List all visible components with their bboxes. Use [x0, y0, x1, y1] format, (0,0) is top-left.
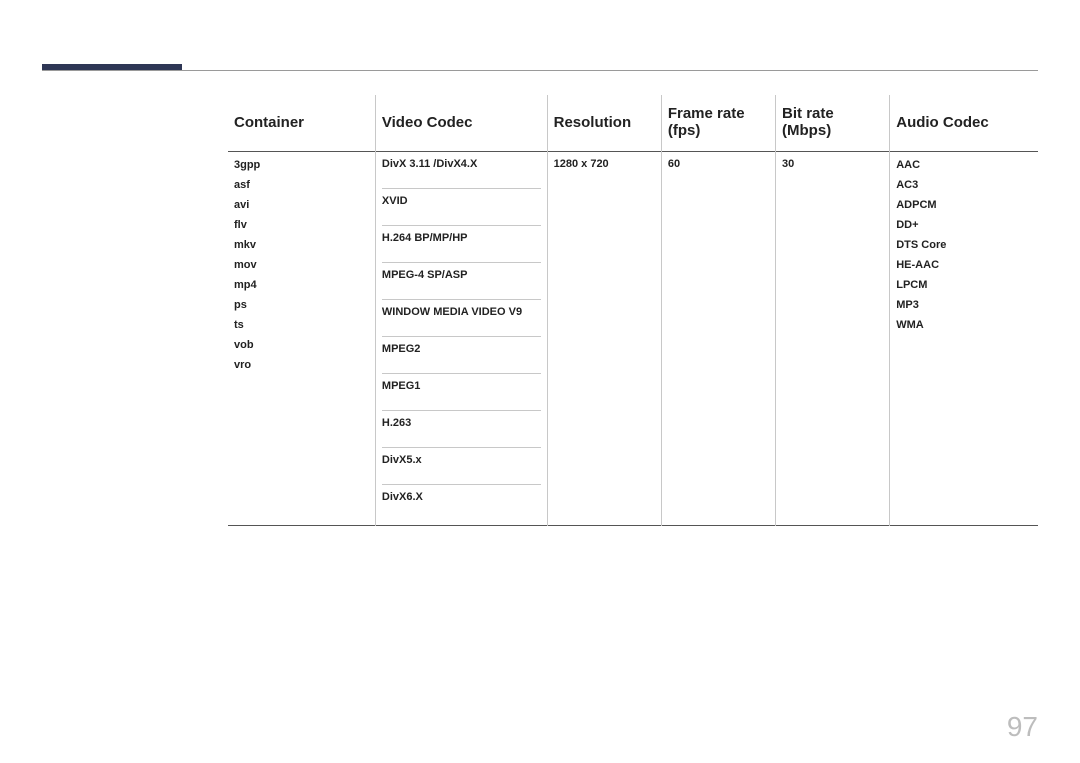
video-codec-item: XVID — [382, 189, 541, 226]
table-header-row: Container Video Codec Resolution Frame r… — [228, 95, 1038, 152]
th-container: Container — [228, 95, 375, 152]
container-item: ts — [234, 318, 369, 338]
codec-table: Container Video Codec Resolution Frame r… — [228, 95, 1038, 526]
container-item: mkv — [234, 238, 369, 258]
video-codec-item: H.263 — [382, 411, 541, 448]
video-codec-item: H.264 BP/MP/HP — [382, 226, 541, 263]
page-number: 97 — [1007, 711, 1038, 743]
audio-codec-item: ADPCM — [896, 198, 1032, 218]
audio-codec-item: DD+ — [896, 218, 1032, 238]
audio-codec-item: LPCM — [896, 278, 1032, 298]
container-item: mp4 — [234, 278, 369, 298]
audio-codec-item: WMA — [896, 318, 1032, 338]
th-video-codec: Video Codec — [375, 95, 547, 152]
container-item: avi — [234, 198, 369, 218]
video-codec-item: MPEG-4 SP/ASP — [382, 263, 541, 300]
video-codec-item: MPEG1 — [382, 374, 541, 411]
td-bitrate: 30 — [776, 152, 890, 526]
container-item: flv — [234, 218, 369, 238]
th-resolution: Resolution — [547, 95, 661, 152]
container-item: 3gpp — [234, 158, 369, 178]
container-item: vro — [234, 358, 369, 378]
td-resolution: 1280 x 720 — [547, 152, 661, 526]
audio-codec-item: AC3 — [896, 178, 1032, 198]
video-codec-item: DivX 3.11 /DivX4.X — [382, 152, 541, 189]
td-video-codecs: DivX 3.11 /DivX4.X XVID H.264 BP/MP/HP M… — [375, 152, 547, 526]
container-item: mov — [234, 258, 369, 278]
th-bitrate: Bit rate (Mbps) — [776, 95, 890, 152]
table-row: 3gpp asf avi flv mkv mov mp4 ps ts vob v… — [228, 152, 1038, 526]
codec-table-wrap: Container Video Codec Resolution Frame r… — [228, 95, 1038, 526]
audio-codec-item: DTS Core — [896, 238, 1032, 258]
video-codec-item: DivX6.X — [382, 485, 541, 525]
video-codec-item: DivX5.x — [382, 448, 541, 485]
container-item: vob — [234, 338, 369, 358]
th-framerate: Frame rate (fps) — [661, 95, 775, 152]
container-item: ps — [234, 298, 369, 318]
audio-codec-item: AAC — [896, 158, 1032, 178]
td-containers: 3gpp asf avi flv mkv mov mp4 ps ts vob v… — [228, 152, 375, 526]
video-codec-item: WINDOW MEDIA VIDEO V9 — [382, 300, 541, 337]
td-audio-codecs: AAC AC3 ADPCM DD+ DTS Core HE-AAC LPCM M… — [890, 152, 1038, 526]
audio-codec-item: HE-AAC — [896, 258, 1032, 278]
top-rule — [42, 70, 1038, 71]
container-item: asf — [234, 178, 369, 198]
video-codec-item: MPEG2 — [382, 337, 541, 374]
td-framerate: 60 — [661, 152, 775, 526]
th-audio-codec: Audio Codec — [890, 95, 1038, 152]
audio-codec-item: MP3 — [896, 298, 1032, 318]
